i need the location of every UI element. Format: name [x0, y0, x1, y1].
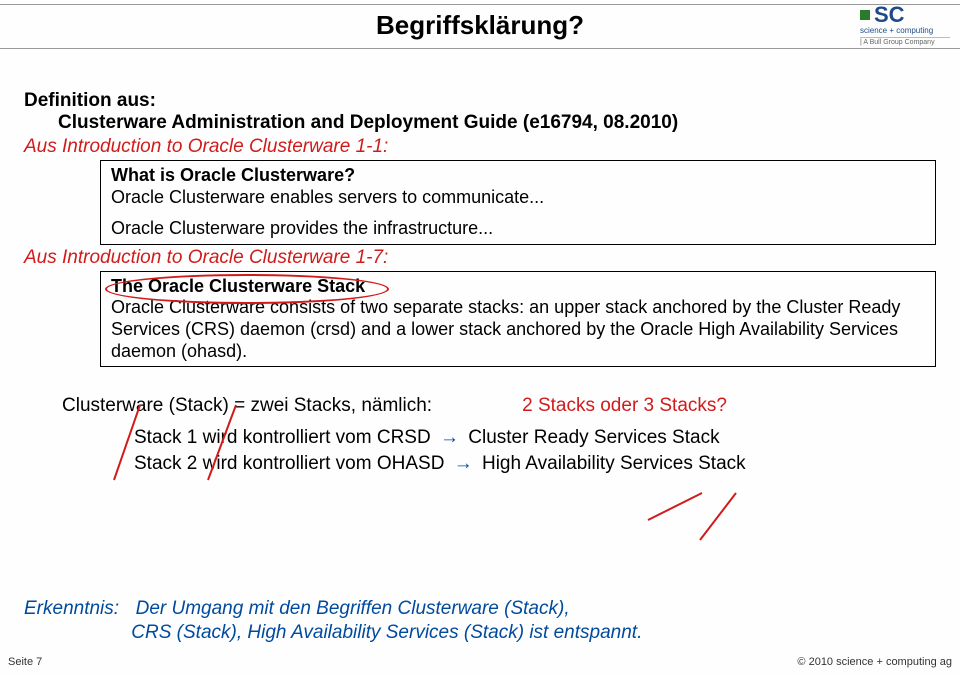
intro-1-1: Aus Introduction to Oracle Clusterware 1… — [24, 136, 936, 158]
logo-square-icon — [860, 10, 870, 20]
erkenntnis-block: Erkenntnis: Der Umgang mit den Begriffen… — [24, 597, 936, 646]
stack-2-row: Stack 2 wird kontrolliert vom OHASD → Hi… — [134, 451, 936, 477]
arrow-icon: → — [450, 453, 477, 474]
stack-1-right: Cluster Ready Services Stack — [468, 427, 719, 448]
box2-paragraph: Oracle Clusterware consists of two separ… — [111, 297, 925, 362]
stack-2-left: Stack 2 wird kontrolliert vom OHASD — [134, 453, 444, 474]
arrow-icon: → — [436, 427, 463, 448]
company-logo: SC science + computing | A Bull Group Co… — [860, 4, 950, 46]
erkenntnis-text-2: CRS (Stack), High Availability Services … — [131, 622, 642, 643]
stack-1-left: Stack 1 wird kontrolliert vom CRSD — [134, 427, 431, 448]
definition-label: Definition aus: — [24, 90, 936, 112]
stack-2-right: High Availability Services Stack — [482, 453, 746, 474]
box1-line1: Oracle Clusterware enables servers to co… — [111, 187, 925, 209]
box2-title: The Oracle Clusterware Stack — [111, 276, 365, 296]
clusterware-line: Clusterware (Stack) = zwei Stacks, nämli… — [62, 395, 432, 417]
logo-subtitle: science + computing — [860, 26, 950, 35]
erkenntnis-label: Erkenntnis: — [24, 598, 119, 619]
footer-page-number: Seite 7 — [8, 656, 42, 668]
logo-initials: SC — [874, 4, 905, 26]
page-title: Begriffsklärung? — [0, 10, 960, 41]
quote-box-2: The Oracle Clusterware Stack Oracle Clus… — [100, 271, 936, 367]
box1-question: What is Oracle Clusterware? — [111, 165, 925, 187]
stack-1-row: Stack 1 wird kontrolliert vom CRSD → Clu… — [134, 425, 936, 451]
erkenntnis-text-1: Der Umgang mit den Begriffen Clusterware… — [136, 598, 570, 619]
intro-1-7: Aus Introduction to Oracle Clusterware 1… — [24, 247, 936, 269]
box1-line2: Oracle Clusterware provides the infrastr… — [111, 218, 925, 240]
stacks-question: 2 Stacks oder 3 Stacks? — [522, 395, 727, 417]
footer-copyright: © 2010 science + computing ag — [797, 656, 952, 668]
logo-bull-line: | A Bull Group Company — [860, 37, 950, 46]
quote-box-1: What is Oracle Clusterware? Oracle Clust… — [100, 160, 936, 245]
definition-source: Clusterware Administration and Deploymen… — [58, 112, 936, 134]
